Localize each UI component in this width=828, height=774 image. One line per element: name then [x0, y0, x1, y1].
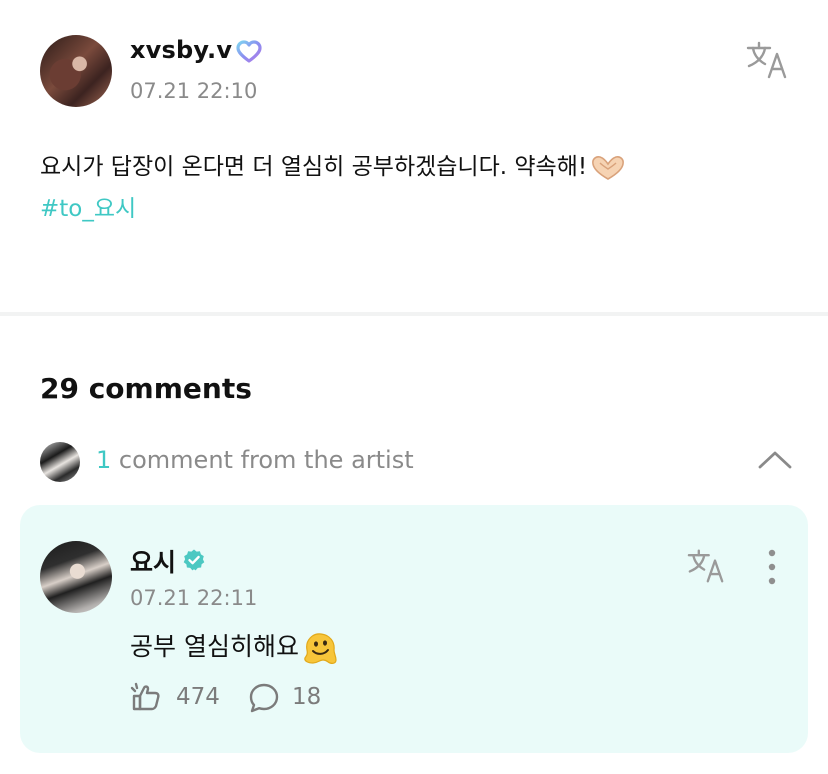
artist-comment-count: 1	[96, 446, 112, 474]
post-text: 요시가 답장이 온다면 더 열심히 공부하겠습니다. 약속해!	[40, 154, 588, 180]
comments-count: 29 comments	[40, 372, 252, 405]
like-count: 474	[176, 684, 220, 710]
artist-mini-avatar	[40, 442, 80, 482]
post-date: 07.21 22:10	[130, 79, 258, 103]
like-icon[interactable]	[130, 682, 164, 714]
heart-hands-icon	[592, 155, 625, 180]
artist-comments-toggle[interactable]: 1 comment from the artist	[96, 446, 414, 474]
artist-name[interactable]: 요시	[130, 543, 176, 579]
heart-badge-icon	[236, 40, 262, 63]
artist-comment-text: 공부 열심히해요	[130, 627, 339, 666]
artist-comment-body: 공부 열심히해요	[130, 632, 299, 661]
artist-comment-label: comment from the artist	[118, 446, 414, 474]
post-author-avatar[interactable]	[40, 35, 112, 107]
verified-icon	[183, 549, 205, 571]
melting-face-icon	[304, 633, 337, 664]
translate-icon[interactable]	[745, 40, 789, 80]
post-hashtag[interactable]: #to_요시	[40, 188, 800, 230]
artist-comment-date: 07.21 22:11	[130, 586, 258, 610]
reply-count: 18	[292, 684, 322, 710]
post-body: 요시가 답장이 온다면 더 열심히 공부하겠습니다. 약속해! #to_요시	[40, 146, 800, 230]
post-author-name[interactable]: xvsby.v	[130, 36, 232, 64]
more-vertical-icon[interactable]	[762, 548, 782, 586]
artist-avatar[interactable]	[40, 541, 112, 613]
reply-icon[interactable]	[248, 682, 280, 714]
chevron-up-icon[interactable]	[756, 448, 794, 472]
section-divider	[0, 312, 828, 316]
translate-icon[interactable]	[686, 548, 726, 584]
